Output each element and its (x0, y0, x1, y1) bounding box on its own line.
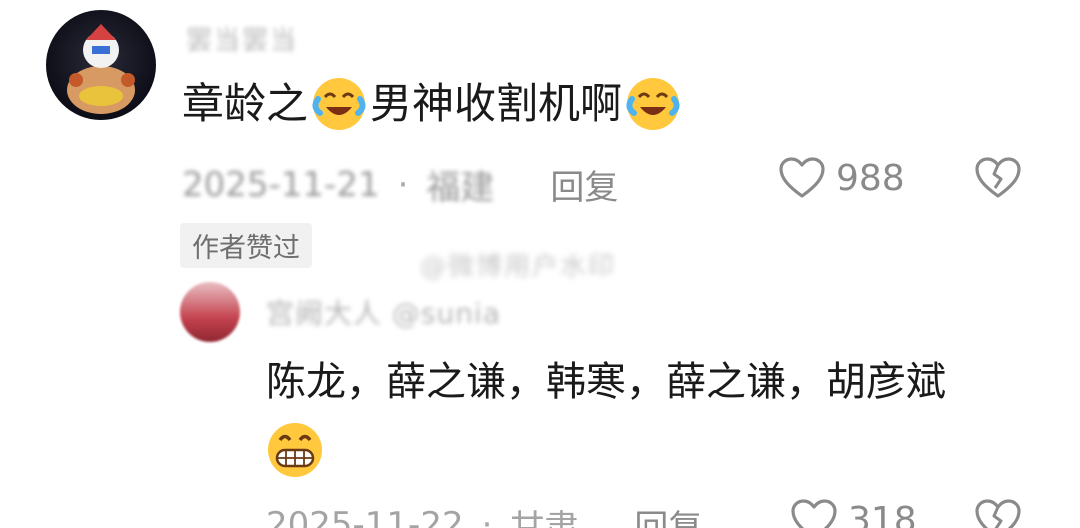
comment-meta: 2025-11-21 · 福建 回复 (182, 160, 618, 209)
reply-like-button[interactable]: 318 (790, 498, 917, 528)
reply-date: 2025-11-22 (266, 504, 464, 528)
comment-location: 福建 (426, 168, 495, 208)
dislike-button[interactable] (974, 156, 1022, 204)
watermark: @微博用户水印 (420, 252, 617, 282)
reply-text: 陈龙，薛之谦，韩寒，薛之谦，胡彦斌 (266, 359, 946, 405)
avatar[interactable] (46, 10, 156, 120)
broken-heart-icon (975, 499, 1021, 528)
grinning-emoji-icon (262, 420, 328, 480)
reply-meta: 2025-11-22 · 甘肃 回复 (266, 500, 702, 528)
reply-username[interactable]: 宫阙大人 @sunia (266, 292, 501, 332)
laugh-cry-emoji-icon (624, 75, 682, 133)
reply-avatar[interactable] (180, 282, 240, 342)
reply-like-count: 318 (848, 499, 917, 528)
reply-reply-button[interactable]: 回复 (634, 500, 702, 528)
broken-heart-icon (975, 157, 1021, 198)
author-liked-badge: 作者赞过 (180, 223, 312, 268)
comment-thread: 罢当罢当 章龄之 男神收割机啊 2025-11-21 · 福建 回复 988 作… (0, 0, 1080, 528)
reply-location: 甘肃 (510, 508, 579, 528)
reply-button[interactable]: 回复 (550, 160, 618, 209)
avatar-figure-icon (67, 24, 135, 114)
comment-text-part-2: 男神收割机啊 (370, 79, 623, 128)
comment-date: 2025-11-21 (182, 164, 380, 205)
heart-icon (779, 157, 825, 198)
heart-icon (791, 499, 837, 528)
meta-separator: · (397, 164, 409, 205)
reply-dislike-button[interactable] (974, 498, 1022, 528)
meta-separator: · (481, 504, 493, 528)
username[interactable]: 罢当罢当 (186, 20, 298, 57)
like-count: 988 (836, 157, 905, 199)
comment-text: 章龄之 男神收割机啊 (182, 74, 684, 134)
laugh-cry-emoji-icon (310, 75, 368, 133)
comment-text-part-1: 章龄之 (182, 79, 309, 128)
like-button[interactable]: 988 (778, 156, 905, 200)
